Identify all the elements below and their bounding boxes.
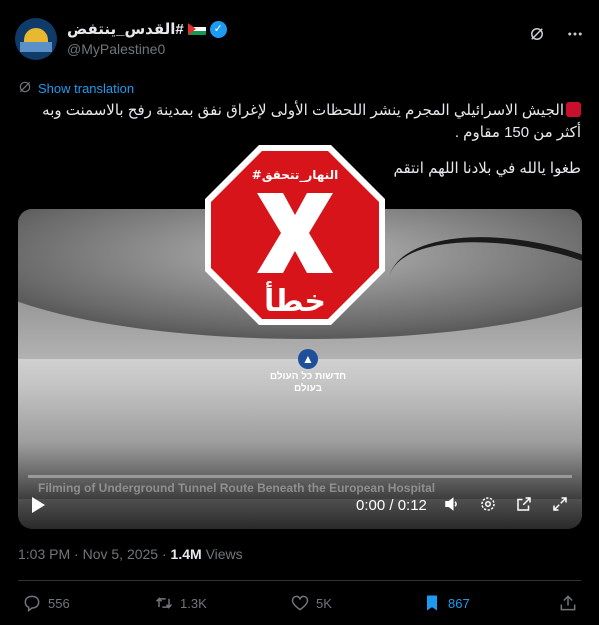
stamp-verdict: خطأ bbox=[264, 281, 326, 319]
bookmark-count: 867 bbox=[448, 595, 470, 611]
name-row: القدس_ينتفض# ✓ bbox=[67, 20, 227, 38]
fullscreen-icon[interactable] bbox=[550, 495, 570, 515]
like-count: 5K bbox=[316, 595, 332, 611]
stop-sign-emoji-icon bbox=[566, 102, 581, 117]
display-name[interactable]: القدس_ينتفض# bbox=[67, 20, 184, 38]
video-time: 0:00 / 0:12 bbox=[356, 497, 427, 514]
translate-icon bbox=[18, 80, 32, 97]
tweet-meta: 1:03 PM · Nov 5, 2025 · 1.4M Views bbox=[18, 546, 243, 562]
reply-button[interactable]: 556 bbox=[22, 593, 70, 613]
watermark-logo-icon: ▲ bbox=[298, 349, 318, 369]
stamp-tag: #النهار_تتحقق bbox=[252, 168, 338, 183]
show-translation-label[interactable]: Show translation bbox=[38, 81, 134, 96]
repost-count: 1.3K bbox=[180, 595, 207, 611]
tweet-actions: 556 1.3K 5K 867 bbox=[18, 593, 581, 617]
repost-button[interactable]: 1.3K bbox=[154, 593, 207, 613]
settings-gear-icon[interactable] bbox=[478, 495, 498, 515]
heart-icon bbox=[291, 595, 309, 611]
reply-count: 556 bbox=[48, 595, 70, 611]
like-button[interactable]: 5K bbox=[290, 593, 332, 613]
views-count: 1.4M bbox=[170, 546, 202, 562]
fact-check-stamp: #النهار_تتحقق خطأ bbox=[205, 145, 385, 325]
verified-badge-icon[interactable]: ✓ bbox=[209, 20, 227, 38]
divider bbox=[18, 580, 581, 581]
palestine-flag-icon bbox=[187, 23, 206, 35]
views-label: Views bbox=[205, 546, 243, 562]
repost-icon bbox=[155, 597, 173, 609]
video-watermark: ▲ חדשות כל העולם בעולם bbox=[263, 349, 353, 395]
top-actions bbox=[527, 24, 585, 44]
share-button[interactable] bbox=[558, 593, 578, 613]
avatar[interactable] bbox=[15, 18, 57, 60]
play-icon[interactable] bbox=[32, 497, 45, 513]
handle[interactable]: @MyPalestine0 bbox=[67, 41, 165, 57]
more-options-icon[interactable] bbox=[565, 24, 585, 44]
tweet-header: القدس_ينتفض# ✓ @MyPalestine0 bbox=[15, 18, 585, 68]
grok-icon[interactable] bbox=[527, 24, 547, 44]
share-icon bbox=[560, 595, 576, 611]
volume-icon[interactable] bbox=[442, 495, 462, 515]
show-translation-link[interactable]: Show translation bbox=[18, 80, 134, 97]
video-controls: 0:00 / 0:12 bbox=[18, 489, 582, 523]
reply-icon bbox=[24, 595, 40, 612]
bookmark-button[interactable]: 867 bbox=[422, 593, 470, 613]
dome-graphic bbox=[24, 28, 48, 42]
base-graphic bbox=[20, 42, 52, 52]
tweet-line-1: الجيش الاسرائيلي المجرم ينشر اللحظات الأ… bbox=[42, 102, 581, 141]
popout-icon[interactable] bbox=[514, 495, 534, 515]
bookmark-icon bbox=[427, 595, 437, 611]
video-progress-bar[interactable] bbox=[28, 475, 572, 478]
post-date[interactable]: Nov 5, 2025 bbox=[83, 546, 159, 562]
post-time[interactable]: 1:03 PM bbox=[18, 546, 70, 562]
